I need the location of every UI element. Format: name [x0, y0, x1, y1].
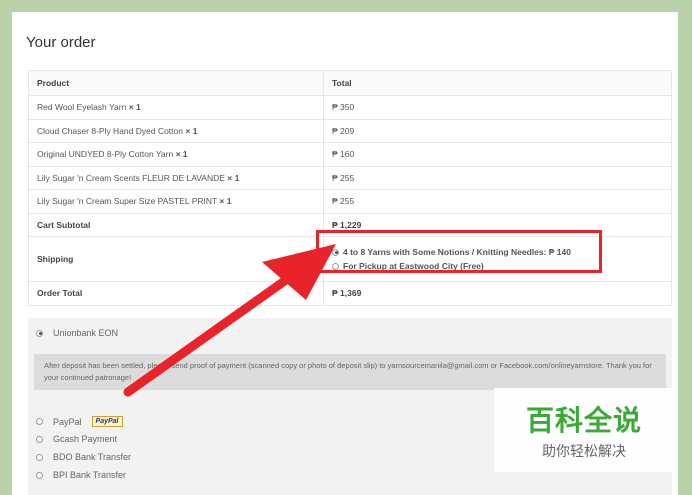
- watermark-subtitle: 助你轻松解决: [542, 443, 626, 459]
- watermark-logo: 百科全说 助你轻松解决: [494, 388, 674, 472]
- watermark-title: 百科全说: [525, 405, 642, 436]
